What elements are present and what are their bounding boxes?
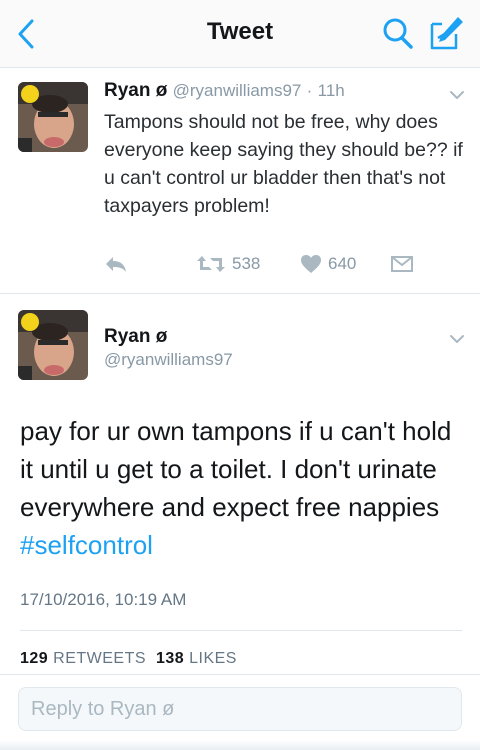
chevron-down-icon xyxy=(450,91,464,99)
username[interactable]: @ryanwilliams97 xyxy=(104,350,233,370)
username[interactable]: @ryanwilliams97 xyxy=(173,81,302,100)
avatar[interactable] xyxy=(18,82,88,152)
tweet-actions: 538 640 xyxy=(104,254,434,280)
timestamp: 11h xyxy=(317,81,345,100)
heart-icon xyxy=(301,255,321,273)
likes-label[interactable]: LIKES xyxy=(189,650,237,666)
likes-value[interactable]: 138 xyxy=(156,650,184,666)
dm-action[interactable] xyxy=(390,254,414,274)
reply-icon xyxy=(106,257,126,272)
avatar[interactable] xyxy=(18,310,88,380)
tweet-text: pay for ur own tampons if u can't hold i… xyxy=(20,412,470,564)
search-icon xyxy=(383,18,413,49)
compose-button[interactable] xyxy=(428,14,466,52)
retweets-value[interactable]: 129 xyxy=(20,650,48,666)
search-button[interactable] xyxy=(380,16,416,52)
tweet-stats: 129 RETWEETS 138 LIKES xyxy=(20,650,237,666)
retweet-action[interactable]: 538 xyxy=(196,254,260,274)
hashtag-link[interactable]: #selfcontrol xyxy=(20,530,153,560)
chevron-down-icon xyxy=(450,335,464,343)
reply-input[interactable] xyxy=(18,687,462,731)
tweet-menu-button[interactable] xyxy=(446,328,468,350)
envelope-icon xyxy=(391,256,413,272)
tweet-quoted[interactable]: Ryan ø @ryanwilliams97 · 11h Tampons sho… xyxy=(0,68,480,294)
like-count: 640 xyxy=(328,254,357,273)
compose-icon xyxy=(430,17,463,50)
tweet-menu-button[interactable] xyxy=(446,84,468,106)
retweet-count: 538 xyxy=(232,254,261,273)
display-name[interactable]: Ryan ø xyxy=(104,80,167,101)
avatar-photo xyxy=(18,310,88,380)
reply-action[interactable] xyxy=(104,254,128,274)
divider xyxy=(20,630,462,631)
reply-bar xyxy=(0,674,480,750)
meta-separator: · xyxy=(306,81,313,100)
navigation-bar: Tweet xyxy=(0,0,480,68)
display-name[interactable]: Ryan ø xyxy=(104,326,167,348)
retweet-icon xyxy=(197,256,225,272)
tweet-detail: Ryan ø @ryanwilliams97 pay for ur own ta… xyxy=(0,294,480,674)
tweet-text: Tampons should not be free, why does eve… xyxy=(104,111,463,217)
tweet-header: Ryan ø @ryanwilliams97 · 11h xyxy=(104,80,345,102)
like-action[interactable]: 640 xyxy=(300,254,356,274)
tweet-body: pay for ur own tampons if u can't hold i… xyxy=(20,416,452,522)
avatar-photo xyxy=(18,82,88,152)
retweets-label[interactable]: RETWEETS xyxy=(53,650,146,666)
tweet-date: 17/10/2016, 10:19 AM xyxy=(20,590,187,609)
bottom-shade xyxy=(0,740,480,750)
